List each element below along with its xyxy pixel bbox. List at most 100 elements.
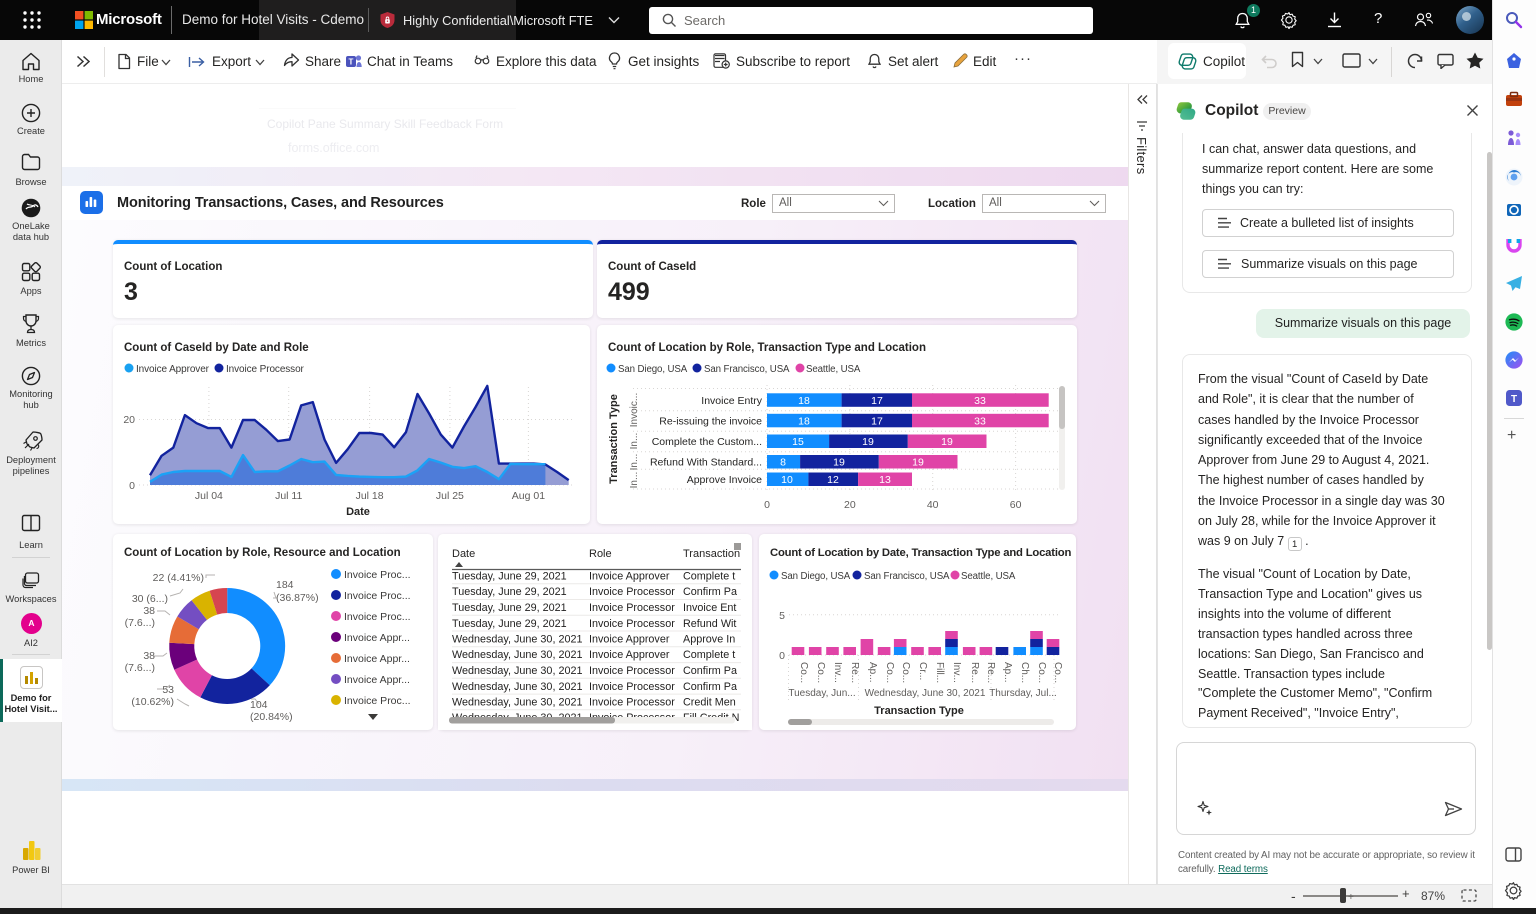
svg-text:Count of CaseId by Date and Ro: Count of CaseId by Date and Role <box>124 342 309 354</box>
svg-text:Co...: Co... <box>900 662 911 683</box>
svg-text:Count of Location by Role, Res: Count of Location by Role, Resource and … <box>124 547 401 559</box>
svg-text:Confirm Pa: Confirm Pa <box>683 681 737 693</box>
svg-text:Ap...: Ap... <box>867 662 878 683</box>
svg-text:Invoice Appr...: Invoice Appr... <box>344 653 410 665</box>
svg-text:Co...: Co... <box>1052 662 1063 683</box>
svg-text:Fill...: Fill... <box>934 662 945 683</box>
svg-text:19: 19 <box>862 436 874 448</box>
svg-text:(7.6...): (7.6...) <box>125 662 155 674</box>
svg-text:Invoice Processor: Invoice Processor <box>226 364 305 375</box>
svg-text:Invoice Proc...: Invoice Proc... <box>344 611 411 623</box>
svg-text:Re...: Re... <box>849 662 860 683</box>
svg-text:18: 18 <box>798 395 810 407</box>
svg-text:Co...: Co... <box>884 662 895 683</box>
svg-text:Confirm Pa: Confirm Pa <box>683 586 737 598</box>
svg-text:Invoice Processor: Invoice Processor <box>589 618 675 630</box>
svg-text:33: 33 <box>974 395 986 407</box>
svg-text:In...: In... <box>629 472 640 489</box>
svg-text:Tuesday, June 29, 2021: Tuesday, June 29, 2021 <box>452 602 567 614</box>
svg-text:Confirm Pa: Confirm Pa <box>683 665 737 677</box>
svg-text:In...: In... <box>629 454 640 471</box>
svg-text:Invoic...: Invoic... <box>629 393 640 427</box>
svg-text:Date: Date <box>346 506 370 518</box>
svg-text:20: 20 <box>123 414 135 426</box>
svg-text:40: 40 <box>927 499 939 511</box>
svg-text:Invoice Processor: Invoice Processor <box>589 681 675 693</box>
svg-text:Complete t: Complete t <box>683 649 735 661</box>
svg-text:Cr...: Cr... <box>917 662 928 680</box>
svg-text:Role: Role <box>589 548 612 560</box>
svg-text:Complete t: Complete t <box>683 571 735 583</box>
svg-text:Credit Men: Credit Men <box>683 697 736 709</box>
svg-text:Jul 25: Jul 25 <box>436 490 464 502</box>
svg-text:Co...: Co... <box>798 662 809 683</box>
svg-text:38: 38 <box>143 605 155 617</box>
svg-text:(7.6...): (7.6...) <box>125 617 155 629</box>
svg-text:17: 17 <box>871 416 883 428</box>
svg-text:San Diego, USA: San Diego, USA <box>618 364 688 375</box>
svg-text:Refund Wit: Refund Wit <box>683 618 736 630</box>
svg-text:Date: Date <box>452 548 475 560</box>
svg-text:Approve Invoice: Approve Invoice <box>687 474 762 486</box>
svg-text:Invoice Ent: Invoice Ent <box>683 602 736 614</box>
svg-text:San Diego, USA: San Diego, USA <box>781 571 851 582</box>
svg-text:Invoice Appr...: Invoice Appr... <box>344 632 410 644</box>
svg-text:53: 53 <box>162 684 174 696</box>
svg-text:(10.62%): (10.62%) <box>131 696 174 708</box>
svg-text:In...: In... <box>629 433 640 450</box>
svg-text:22 (4.41%): 22 (4.41%) <box>153 572 204 584</box>
svg-text:Jul 11: Jul 11 <box>275 490 302 502</box>
svg-text:Re-issuing the invoice: Re-issuing the invoice <box>659 415 762 427</box>
svg-text:Tuesday, June 29, 2021: Tuesday, June 29, 2021 <box>452 618 567 630</box>
svg-text:Aug 01: Aug 01 <box>512 490 545 502</box>
svg-text:Wednesday, June 30, 2021: Wednesday, June 30, 2021 <box>452 681 582 693</box>
svg-text:184: 184 <box>276 579 294 591</box>
svg-text:Seattle, USA: Seattle, USA <box>806 364 861 375</box>
svg-text:Count of Location by Date, Tra: Count of Location by Date, Transaction T… <box>770 547 1071 559</box>
svg-text:Co...: Co... <box>815 662 826 683</box>
svg-text:Invoice Processor: Invoice Processor <box>589 602 675 614</box>
svg-text:Tuesday, June 29, 2021: Tuesday, June 29, 2021 <box>452 586 567 598</box>
svg-text:30 (6...): 30 (6...) <box>132 593 168 605</box>
svg-text:0: 0 <box>779 650 785 662</box>
svg-text:Invoice Appr...: Invoice Appr... <box>344 674 410 686</box>
svg-text:Wednesday, June 30, 2021: Wednesday, June 30, 2021 <box>452 665 582 677</box>
svg-text:17: 17 <box>871 395 883 407</box>
svg-text:San Francisco, USA: San Francisco, USA <box>704 364 790 375</box>
svg-text:Invoice Approver: Invoice Approver <box>589 649 670 661</box>
svg-text:Tuesday, Jun...: Tuesday, Jun... <box>788 688 855 699</box>
svg-text:Transaction: Transaction <box>683 548 740 560</box>
svg-text:0: 0 <box>764 499 770 511</box>
svg-text:12: 12 <box>827 474 839 486</box>
svg-text:5: 5 <box>779 610 785 622</box>
svg-text:Invoice Approver: Invoice Approver <box>589 634 670 646</box>
svg-text:Transaction Type: Transaction Type <box>608 394 620 484</box>
svg-text:Wednesday, June 30, 2021: Wednesday, June 30, 2021 <box>452 634 582 646</box>
svg-text:20: 20 <box>844 499 856 511</box>
svg-text:19: 19 <box>833 457 845 469</box>
svg-text:Ch...: Ch... <box>1019 662 1030 683</box>
svg-text:10: 10 <box>781 474 793 486</box>
svg-text:Inv...: Inv... <box>832 662 843 683</box>
svg-text:(36.87%): (36.87%) <box>276 592 319 604</box>
svg-text:Jul 04: Jul 04 <box>195 490 223 502</box>
svg-text:T: T <box>1511 394 1517 405</box>
svg-text:Wednesday, June 30, 2021: Wednesday, June 30, 2021 <box>452 649 582 661</box>
svg-text:18: 18 <box>798 416 810 428</box>
svg-text:Invoice Approver: Invoice Approver <box>136 364 210 375</box>
svg-text:8: 8 <box>780 457 786 469</box>
svg-text:Approve In: Approve In <box>683 634 735 646</box>
svg-text:15: 15 <box>792 436 804 448</box>
svg-text:Complete the Custom...: Complete the Custom... <box>652 436 762 448</box>
svg-text:Invoice Proc...: Invoice Proc... <box>344 695 411 707</box>
svg-text:Co...: Co... <box>1036 662 1047 683</box>
svg-text:Seattle, USA: Seattle, USA <box>961 571 1016 582</box>
svg-text:Thursday, Jul...: Thursday, Jul... <box>989 688 1057 699</box>
svg-text:Invoice Approver: Invoice Approver <box>589 571 670 583</box>
svg-text:Tuesday, June 29, 2021: Tuesday, June 29, 2021 <box>452 571 567 583</box>
svg-text:Wednesday, June 30, 2021: Wednesday, June 30, 2021 <box>865 688 986 699</box>
svg-text:T: T <box>349 58 354 67</box>
svg-text:Invoice Proc...: Invoice Proc... <box>344 590 411 602</box>
svg-text:19: 19 <box>912 457 924 469</box>
svg-text:Jul 18: Jul 18 <box>356 490 384 502</box>
